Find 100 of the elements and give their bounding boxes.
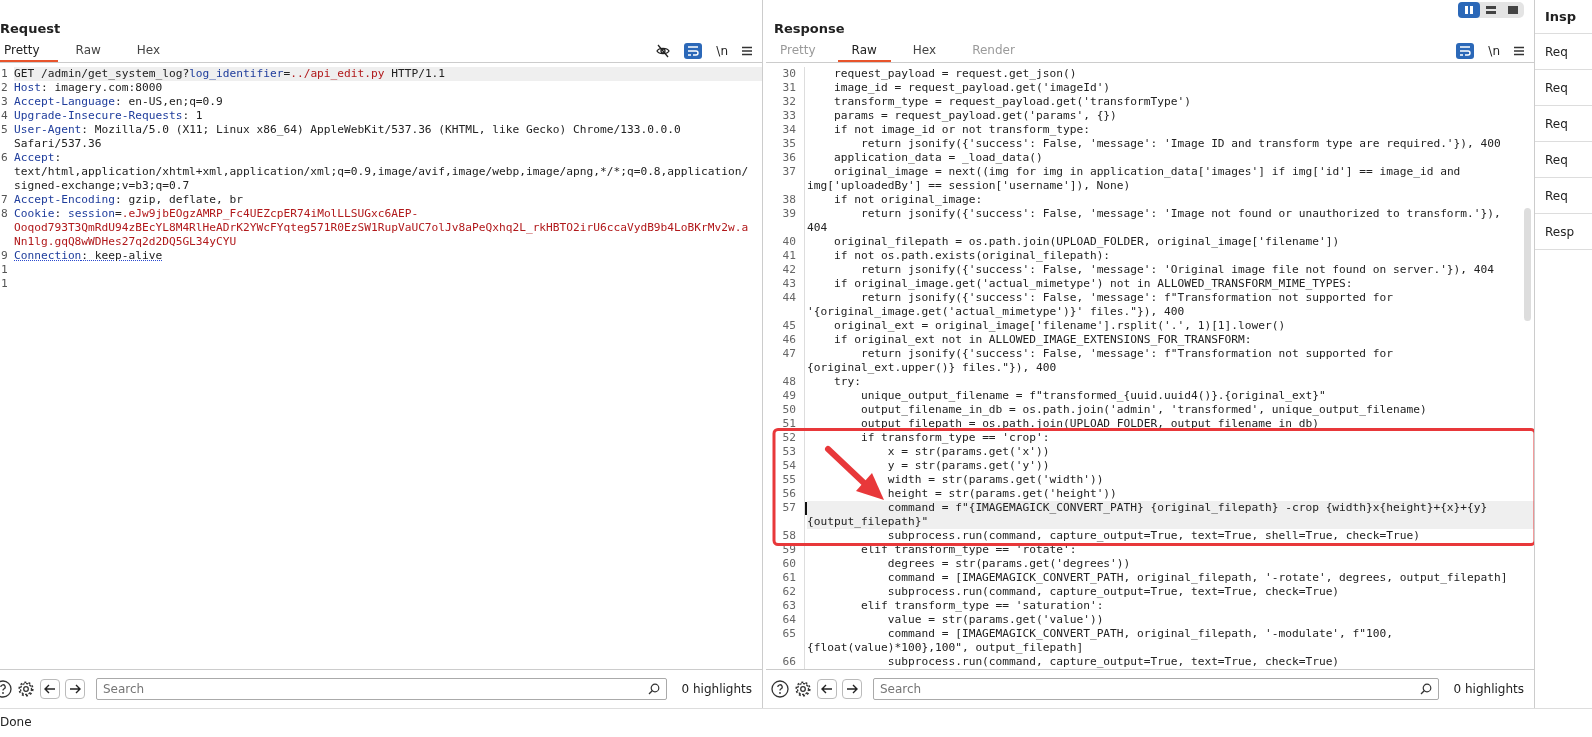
line-number: 58 xyxy=(766,529,805,543)
code-text: original_filepath = os.path.join(UPLOAD_FOLDER, original_image['filename']) xyxy=(832,235,1341,249)
inspector-title: Insp xyxy=(1535,0,1592,34)
code-text: if not os.path.exists(original_filepath): xyxy=(832,249,1112,263)
line-number: 43 xyxy=(766,277,805,291)
wrap-icon[interactable] xyxy=(684,43,703,59)
code-text: original_ext = original_image['filename'].rsplit('.', 1)[1].lower() xyxy=(832,319,1287,333)
line-number: 3 xyxy=(0,95,9,109)
code-text: Upgrade-Insecure-Requests: 1 xyxy=(14,109,204,123)
line-number: 62 xyxy=(766,585,805,599)
code-text: command = [IMAGEMAGICK_CONVERT_PATH, original_filepath, '-rotate', degrees, output_filepath] xyxy=(886,571,1509,585)
code-text: Cookie: session=.eJw9jbEOgzAMRP_Fc4UEZcpER74iMolLLSUGxc6AEP-Ooqod793T3QmRdU94zBEcYL8M4RlHeADrK2YWcFYqteg571R0EzSW1RupVaUC7olJv8aPeQxhq2L_rkHBTO2irU6ccaVydB9b4LoBKrMv2w.aNn1lg.gqQ8wWDHes27q2d2DQ5GL34yCYU xyxy=(14,207,750,249)
wrap-icon[interactable] xyxy=(1456,43,1475,59)
tab[interactable]: Hex xyxy=(132,40,179,62)
scrollbar[interactable] xyxy=(1524,208,1531,321)
line-number: 51 xyxy=(766,417,805,431)
line-number: 42 xyxy=(766,263,805,277)
line-number: 4 xyxy=(0,109,9,123)
code-text: value = str(params.get('value')) xyxy=(886,613,1105,627)
code-text: command = f"{IMAGEMAGICK_CONVERT_PATH} {original_filepath} -crop {width}x{height}+{x}+{y} {output_filepath}" xyxy=(807,501,1534,529)
code-text: params = request_payload.get('params', {}) xyxy=(832,109,1118,123)
highlights-count: 0 highlights xyxy=(681,682,752,696)
inspector-item[interactable]: Resp xyxy=(1535,214,1592,250)
line-number: 39 xyxy=(766,207,805,235)
annotation-arrow xyxy=(825,446,884,500)
back-button[interactable] xyxy=(817,679,837,699)
line-number: 35 xyxy=(766,137,805,151)
code-text: if original_ext not in ALLOWED_IMAGE_EXTENSIONS_FOR_TRANSFORM: xyxy=(832,333,1253,347)
line-number: 54 xyxy=(766,459,805,473)
line-number: 2 xyxy=(0,81,9,95)
line-number: 50 xyxy=(766,403,805,417)
search-icon xyxy=(647,683,660,695)
forward-button[interactable] xyxy=(842,679,862,699)
code-text: request_payload = request.get_json() xyxy=(832,67,1078,81)
inspector-item[interactable]: Req xyxy=(1535,178,1592,214)
code-text: unique_output_filename = f"transformed_{uuid.uuid4()}.{original_ext}" xyxy=(859,389,1327,403)
line-number: 38 xyxy=(766,193,805,207)
back-button[interactable] xyxy=(40,679,60,699)
code-text: elif transform_type == 'saturation': xyxy=(859,599,1105,613)
inspector-item[interactable]: Req xyxy=(1535,142,1592,178)
line-number: 49 xyxy=(766,389,805,403)
line-number: 52 xyxy=(766,431,805,445)
newline-toggle[interactable]: \n xyxy=(716,44,728,58)
line-number: 40 xyxy=(766,235,805,249)
code-text: if not original_image: xyxy=(832,193,984,207)
code-text: Accept-Language: en-US,en;q=0.9 xyxy=(14,95,224,109)
forward-button[interactable] xyxy=(65,679,85,699)
help-icon[interactable] xyxy=(771,680,789,698)
code-text: Host: imagery.com:8000 xyxy=(14,81,164,95)
newline-toggle[interactable]: \n xyxy=(1488,44,1500,58)
line-number: 47 xyxy=(766,347,805,375)
menu-icon[interactable] xyxy=(1514,46,1524,56)
line-number: 45 xyxy=(766,319,805,333)
line-number: 56 xyxy=(766,487,805,501)
menu-icon[interactable] xyxy=(742,46,752,56)
code-text: width = str(params.get('width')) xyxy=(886,473,1105,487)
tab[interactable]: Hex xyxy=(898,40,951,62)
line-number: 1 xyxy=(0,263,9,277)
settings-icon[interactable] xyxy=(794,680,812,698)
line-number: 8 xyxy=(0,207,9,222)
inspector-item[interactable]: Req xyxy=(1535,106,1592,142)
line-number: 53 xyxy=(766,445,805,459)
line-number: 64 xyxy=(766,613,805,627)
side-by-side-layout-icon[interactable] xyxy=(1458,2,1480,18)
code-text: Accept: text/html,application/xhtml+xml,application/xml;q=0.9,image/avif,image/webp,image/apng,*/*;q=0.8,application/signed-exchange;v=b3;q=0.7 xyxy=(14,151,750,193)
line-number: 1 xyxy=(0,277,9,291)
line-number: 33 xyxy=(766,109,805,123)
line-number: 63 xyxy=(766,599,805,613)
line-number: 7 xyxy=(0,193,9,207)
code-text: User-Agent: Mozilla/5.0 (X11; Linux x86_64) AppleWebKit/537.36 (KHTML, like Gecko) Chrome/133.0.0.0 Safari/537.36 xyxy=(14,123,682,151)
code-text: return jsonify({'success': False, 'message': 'Image ID and transform type are required.'}), 400 xyxy=(859,137,1502,151)
eye-slash-icon[interactable] xyxy=(656,44,671,58)
line-number: 5 xyxy=(0,123,9,138)
line-number: 1 xyxy=(0,67,9,81)
code-text: application_data = _load_data() xyxy=(832,151,1044,165)
code-text: x = str(params.get('x')) xyxy=(886,445,1051,459)
code-text: height = str(params.get('height')) xyxy=(886,487,1118,501)
panel-title: Response xyxy=(773,21,845,38)
tab[interactable]: Raw xyxy=(837,40,891,62)
code-text: degrees = str(params.get('degrees')) xyxy=(886,557,1132,571)
search-field[interactable]: Search xyxy=(96,678,667,700)
settings-icon[interactable] xyxy=(17,680,35,698)
line-number: 36 xyxy=(766,151,805,165)
code-text: if original_image.get('actual_mimetype') not in ALLOWED_TRANSFORM_MIME_TYPES: xyxy=(832,277,1354,291)
inspector-item[interactable]: Req xyxy=(1535,70,1592,106)
line-number: 9 xyxy=(0,249,9,263)
tab[interactable]: Raw xyxy=(71,40,119,62)
code-text: output_filepath = os.path.join(UPLOAD_FOLDER, output_filename_in_db) xyxy=(859,417,1320,431)
code-text: image_id = request_payload.get('imageId') xyxy=(832,81,1112,95)
line-number: 55 xyxy=(766,473,805,487)
line-number: 61 xyxy=(766,571,805,585)
code-text: transform_type = request_payload.get('transformType') xyxy=(832,95,1192,109)
code-text: y = str(params.get('y')) xyxy=(886,459,1051,473)
status-text: Done xyxy=(0,714,33,729)
code-text: output_filename_in_db = os.path.join('admin', 'transformed', unique_output_filename) xyxy=(859,403,1428,417)
code-text: original_image = next((img for img in application_data['images'] if img['id'] == image_id and img['uploadedBy'] == session['username']), None) xyxy=(807,165,1462,193)
search-field[interactable]: Search xyxy=(873,678,1439,700)
line-number: 66 xyxy=(766,655,805,669)
inspector-item[interactable]: Req xyxy=(1535,34,1592,70)
tab[interactable]: Pretty xyxy=(0,40,58,62)
